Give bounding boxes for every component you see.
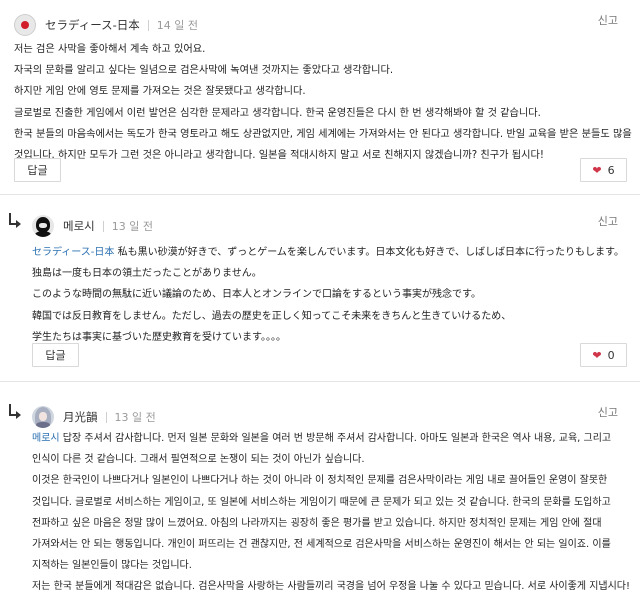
comment-line: このような時間の無駄に近い議論のため、日本人とオンラインで口論をするという事実が…: [32, 289, 481, 301]
comment-line: 이것은 한국인이 나쁘다거나 일본인이 나쁘다거나 하는 것이 아니라 이 정치…: [32, 475, 608, 487]
heart-icon: ❤: [592, 348, 602, 362]
comment-line: 것입니다. 하지만 모두가 그런 것은 아니라고 생각합니다. 일본을 적대시하…: [14, 150, 544, 162]
comment-line: 글로벌로 진출한 게임에서 이런 발언은 심각한 문제라고 생각합니다. 한국 …: [14, 107, 541, 119]
report-link[interactable]: 신고: [598, 213, 618, 229]
like-button[interactable]: ❤ 0: [580, 343, 627, 367]
comment-text: 私も黒い砂漠が好きで、ずっとゲームを楽しんでいます。日本文化も好きで、しばしば日…: [114, 247, 624, 258]
comment-time: 13 일 전: [114, 411, 156, 424]
heart-icon: ❤: [592, 163, 602, 177]
reply-button[interactable]: 답글: [32, 343, 79, 367]
reply-arrow-icon: [6, 404, 22, 422]
comment-line: 지적하는 일본인들이 많다는 것입니다.: [32, 560, 192, 572]
comment-line: 인식이 다른 것 같습니다. 그래서 필연적으로 논쟁이 되는 것이 아닌가 싶…: [32, 454, 365, 466]
comment-line: 学生たちは事実に基づいた歴史教育を受けています。。。。: [32, 331, 286, 343]
comment-text: 답장 주셔서 감사합니다. 먼저 일본 문화와 일본을 여러 번 방문해 주셔서…: [59, 433, 612, 444]
mention-link[interactable]: セラディース-日本: [32, 247, 114, 258]
author-name[interactable]: 메로시: [63, 218, 95, 234]
comment-line: 가져와서는 안 되는 행동입니다. 개인이 퍼뜨리는 건 괜찮지만, 전 세계적…: [32, 539, 611, 551]
avatar[interactable]: [32, 215, 54, 237]
author-name[interactable]: セラディース-日本: [45, 17, 140, 33]
reply-button-label: 답글: [45, 349, 66, 362]
comment-line: 韓国では反日教育をしません。ただし、過去の歴史を正しく知ってこそ未来をきちんと生…: [32, 310, 512, 322]
comment-line: 한국 분들의 마음속에서는 독도가 한국 영토라고 해도 상관없지만, 게임 세…: [14, 128, 632, 140]
author-name[interactable]: 月光韻: [63, 409, 98, 425]
comment-header: 메로시 13 일 전: [32, 208, 153, 244]
comment-3: 月光韻 13 일 전 신고 메로시 답장 주셔서 감사합니다. 먼저 일본 문화…: [0, 383, 640, 592]
comment-line: 메로시 답장 주셔서 감사합니다. 먼저 일본 문화와 일본을 여러 번 방문해…: [32, 428, 630, 449]
divider: [0, 381, 640, 382]
header-divider: [147, 19, 149, 31]
report-link[interactable]: 신고: [598, 404, 618, 420]
comment-header: セラディース-日本 14 일 전: [14, 7, 198, 43]
comment-time: 13 일 전: [111, 220, 153, 233]
comment-body: セラディース-日本 私も黒い砂漠が好きで、ずっとゲームを楽しんでいます。日本文化…: [32, 242, 624, 348]
mention-link[interactable]: 메로시: [32, 433, 60, 444]
reply-button-label: 답글: [27, 164, 48, 177]
comment-line: 저는 검은 사막을 좋아해서 계속 하고 있어요.: [14, 44, 206, 55]
report-link[interactable]: 신고: [598, 12, 618, 28]
comment-line: 하지만 게임 안에 영토 문제를 가져오는 것은 잘못됐다고 생각합니다.: [14, 86, 306, 98]
comment-2: 메로시 13 일 전 신고 セラディース-日本 私も黒い砂漠が好きで、ずっとゲー…: [0, 196, 640, 383]
comment-body: 메로시 답장 주셔서 감사합니다. 먼저 일본 문화와 일본을 여러 번 방문해…: [32, 428, 630, 598]
comment-line: 것입니다. 글로벌로 서비스하는 게임이고, 또 일본에 서비스하는 게임이기 …: [32, 496, 611, 508]
like-button[interactable]: ❤ 6: [580, 158, 627, 182]
header-divider: [102, 220, 104, 232]
comment-body: 저는 검은 사막을 좋아해서 계속 하고 있어요. 자국의 문화를 알리고 싶다…: [14, 39, 632, 166]
reply-arrow-icon: [6, 213, 22, 231]
like-count: 0: [607, 348, 615, 362]
comment-line: 独島は一度も日本の領土だったことがありません。: [32, 268, 262, 280]
like-count: 6: [607, 163, 615, 177]
comment-time: 14 일 전: [156, 19, 199, 32]
comment-line: 자국의 문화를 알리고 싶다는 일념으로 검은사막에 녹여낸 것까지는 좋았다고…: [14, 65, 394, 77]
comment-line: 저는 한국 분들에게 적대감은 없습니다. 검은사막을 사랑하는 사람들끼리 국…: [32, 581, 631, 593]
avatar[interactable]: [32, 406, 54, 428]
header-divider: [105, 411, 107, 423]
comment-line: 전파하고 싶은 마음은 정말 많이 느꼈어요. 아침의 나라까지는 굉장히 좋은…: [32, 517, 602, 529]
reply-button[interactable]: 답글: [14, 158, 61, 182]
avatar[interactable]: [14, 14, 36, 36]
comment-line: セラディース-日本 私も黒い砂漠が好きで、ずっとゲームを楽しんでいます。日本文化…: [32, 242, 624, 263]
divider: [0, 194, 640, 195]
comment-1: セラディース-日本 14 일 전 신고 저는 검은 사막을 좋아해서 계속 하고…: [0, 0, 640, 196]
